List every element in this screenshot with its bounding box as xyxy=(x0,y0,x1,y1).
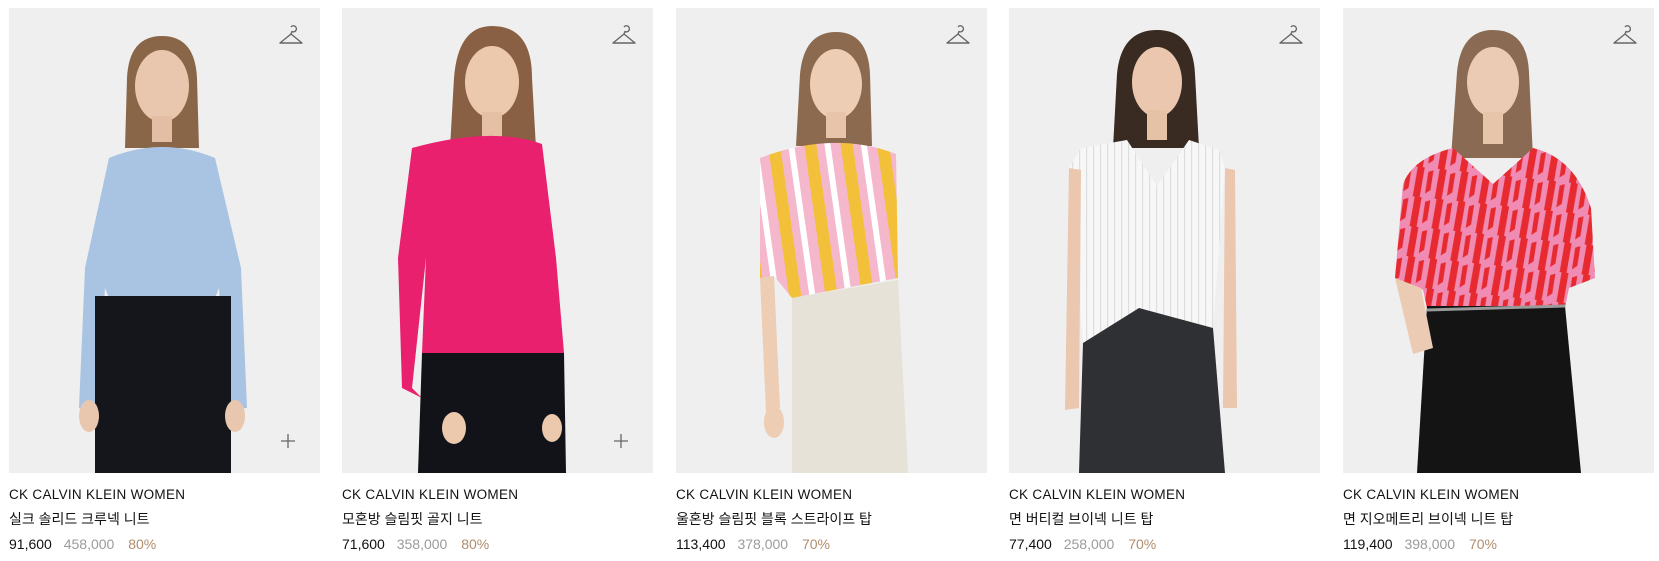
sale-price: 77,400 xyxy=(1009,536,1052,552)
hanger-icon[interactable] xyxy=(945,24,971,48)
product-photo xyxy=(676,8,987,473)
original-price: 398,000 xyxy=(1404,536,1456,552)
product-brand[interactable]: CK CALVIN KLEIN WOMEN xyxy=(1009,486,1320,504)
product-prices: 119,400 398,000 70% xyxy=(1343,534,1654,554)
product-prices: 113,400 378,000 70% xyxy=(676,534,987,554)
product-card[interactable]: CK CALVIN KLEIN WOMEN 실크 솔리드 크루넥 니트 91,6… xyxy=(9,8,320,554)
product-brand[interactable]: CK CALVIN KLEIN WOMEN xyxy=(1343,486,1654,504)
original-price: 358,000 xyxy=(396,536,448,552)
product-card[interactable]: CK CALVIN KLEIN WOMEN 면 지오메트리 브이넥 니트 탑 1… xyxy=(1343,8,1654,554)
product-name[interactable]: 면 지오메트리 브이넥 니트 탑 xyxy=(1343,509,1654,529)
discount-rate: 80% xyxy=(128,536,157,552)
discount-rate: 70% xyxy=(801,536,830,552)
discount-rate: 70% xyxy=(1468,536,1497,552)
product-prices: 77,400 258,000 70% xyxy=(1009,534,1320,554)
sale-price: 71,600 xyxy=(342,536,385,552)
product-photo xyxy=(1343,8,1654,473)
original-price: 378,000 xyxy=(737,536,789,552)
original-price: 458,000 xyxy=(63,536,115,552)
product-name[interactable]: 면 버티컬 브이넥 니트 탑 xyxy=(1009,509,1320,529)
product-image[interactable] xyxy=(342,8,653,473)
hanger-icon[interactable] xyxy=(278,24,304,48)
product-image[interactable] xyxy=(1343,8,1654,473)
original-price: 258,000 xyxy=(1063,536,1115,552)
sale-price: 119,400 xyxy=(1343,536,1393,552)
product-card[interactable]: CK CALVIN KLEIN WOMEN 울혼방 슬림핏 블록 스트라이프 탑… xyxy=(676,8,987,554)
product-prices: 91,600 458,000 80% xyxy=(9,534,320,554)
plus-icon[interactable] xyxy=(613,433,629,449)
product-image[interactable] xyxy=(676,8,987,473)
product-brand[interactable]: CK CALVIN KLEIN WOMEN xyxy=(9,486,320,504)
hanger-icon[interactable] xyxy=(611,24,637,48)
product-name[interactable]: 모혼방 슬림핏 골지 니트 xyxy=(342,509,653,529)
product-name[interactable]: 울혼방 슬림핏 블록 스트라이프 탑 xyxy=(676,509,987,529)
sale-price: 113,400 xyxy=(676,536,726,552)
sale-price: 91,600 xyxy=(9,536,52,552)
discount-rate: 70% xyxy=(1128,536,1157,552)
discount-rate: 80% xyxy=(461,536,490,552)
product-brand[interactable]: CK CALVIN KLEIN WOMEN xyxy=(676,486,987,504)
product-card[interactable]: CK CALVIN KLEIN WOMEN 면 버티컬 브이넥 니트 탑 77,… xyxy=(1009,8,1320,554)
product-photo xyxy=(342,8,653,473)
hanger-icon[interactable] xyxy=(1612,24,1638,48)
product-grid: CK CALVIN KLEIN WOMEN 실크 솔리드 크루넥 니트 91,6… xyxy=(0,0,1659,561)
product-photo xyxy=(1009,8,1320,473)
product-brand[interactable]: CK CALVIN KLEIN WOMEN xyxy=(342,486,653,504)
product-image[interactable] xyxy=(9,8,320,473)
product-photo xyxy=(9,8,320,473)
plus-icon[interactable] xyxy=(280,433,296,449)
product-name[interactable]: 실크 솔리드 크루넥 니트 xyxy=(9,509,320,529)
hanger-icon[interactable] xyxy=(1278,24,1304,48)
product-prices: 71,600 358,000 80% xyxy=(342,534,653,554)
product-card[interactable]: CK CALVIN KLEIN WOMEN 모혼방 슬림핏 골지 니트 71,6… xyxy=(342,8,653,554)
product-image[interactable] xyxy=(1009,8,1320,473)
